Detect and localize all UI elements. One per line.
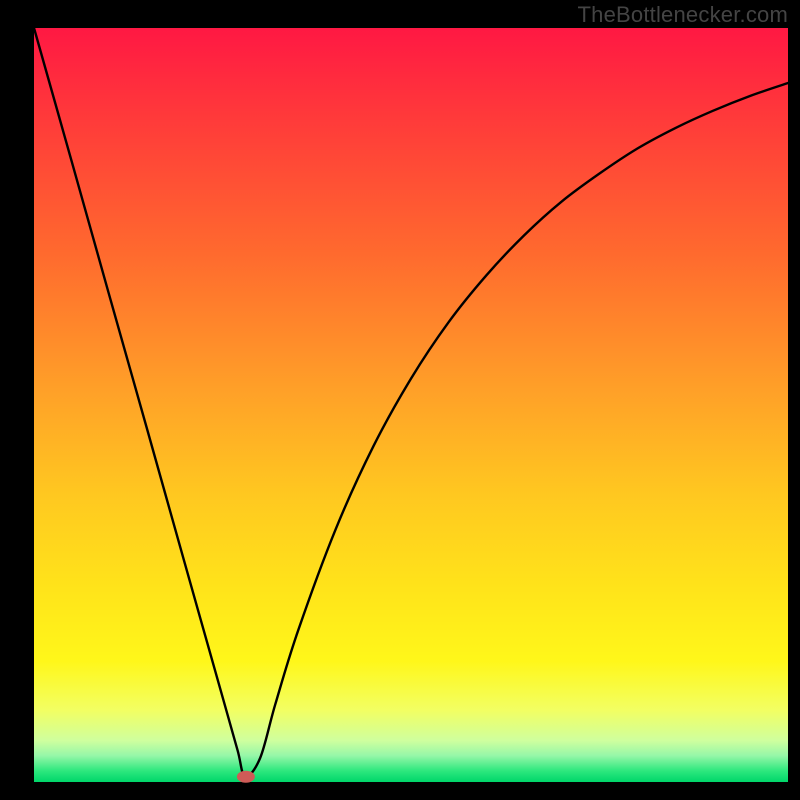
bottleneck-chart [0, 0, 800, 800]
plot-background [34, 28, 788, 782]
optimal-point-marker [237, 771, 255, 783]
chart-stage: TheBottlenecker.com [0, 0, 800, 800]
